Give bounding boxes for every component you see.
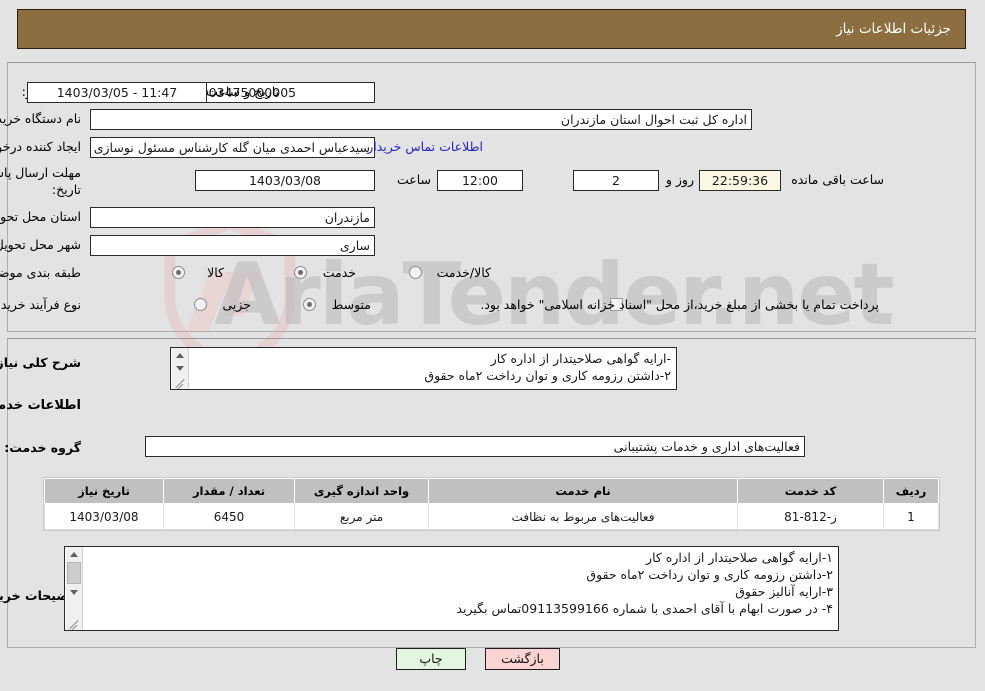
treasury-docs-text: پرداخت تمام یا بخشی از مبلغ خرید،از محل …: [481, 297, 880, 313]
creator-label: ایجاد کننده درخواست:: [0, 139, 82, 155]
remaining-days-label: روز و: [667, 172, 695, 188]
process-label: نوع فرآیند خرید :: [0, 297, 82, 313]
col-radif: ردیف: [885, 479, 940, 504]
col-code: کد خدمت: [739, 479, 885, 504]
service-group-value[interactable]: فعالیت‌های اداری و خدمات پشتیبانی: [146, 436, 806, 457]
category-radio-khedmat[interactable]: [295, 266, 308, 279]
col-name: نام خدمت: [430, 479, 739, 504]
need-description-textarea[interactable]: -ارایه گواهی صلاحیتدار از اداره کار ۲-دا…: [171, 347, 678, 390]
buyer-notes-value: ۱-ارایه گواهی صلاحیتدار از اداره کار ۲-د…: [88, 549, 834, 617]
print-button[interactable]: چاپ: [397, 648, 467, 670]
deadline-hour-label: ساعت: [398, 172, 432, 188]
process-radio-jozei[interactable]: [195, 298, 208, 311]
city-label: شهر محل تحویل:: [0, 237, 82, 253]
category-radio-kala[interactable]: [173, 266, 186, 279]
need-description-scrollbar[interactable]: [172, 348, 190, 389]
buyer-contact-link[interactable]: اطلاعات تماس خریدار: [368, 139, 484, 154]
deadline-date-value[interactable]: 1403/03/08: [196, 170, 376, 191]
need-description-label: شرح کلی نیاز:: [0, 355, 82, 371]
cell-unit: متر مربع: [296, 504, 430, 530]
scroll-up-arrow-icon[interactable]: [173, 348, 189, 362]
city-value[interactable]: ساری: [91, 235, 376, 256]
category-option-label-0: کالا: [208, 265, 225, 281]
province-label: استان محل تحویل:: [0, 209, 82, 225]
cell-date: 1403/03/08: [46, 504, 165, 530]
services-heading: اطلاعات خدمات مورد نیاز: [0, 398, 82, 414]
need-description-value: -ارایه گواهی صلاحیتدار از اداره کار ۲-دا…: [194, 350, 672, 384]
public-announce-value[interactable]: 1403/03/05 - 11:47: [28, 82, 208, 103]
back-button[interactable]: بازگشت: [486, 648, 561, 670]
cell-quantity: 6450: [165, 504, 296, 530]
scrollbar-thumb[interactable]: [68, 562, 82, 584]
category-label: طبقه بندی موضوعی:: [0, 265, 82, 281]
resize-grip-icon[interactable]: [69, 617, 81, 629]
col-qty: تعداد / مقدار: [165, 479, 296, 504]
buyer-notes-scrollbar[interactable]: [66, 547, 84, 630]
process-option-label-0: جزیی: [223, 297, 252, 313]
scroll-down-arrow-icon[interactable]: [67, 585, 83, 599]
service-group-label: گروه خدمت:: [5, 440, 82, 456]
table-row[interactable]: 1 ز-812-81 فعالیت‌های مربوط به نظافت متر…: [46, 504, 940, 530]
deadline-label-line1: مهلت ارسال پاسخ: تا: [0, 165, 82, 181]
cell-name: فعالیت‌های مربوط به نظافت: [430, 504, 739, 530]
buyer-org-label: نام دستگاه خریدار:: [0, 111, 82, 127]
category-radio-kala-khedmat[interactable]: [410, 266, 423, 279]
col-date: تاریخ نیاز: [46, 479, 165, 504]
remaining-days-value[interactable]: 2: [574, 170, 660, 191]
creator-value[interactable]: سیدعباس احمدی میان گله کارشناس مسئول نوس…: [91, 137, 376, 158]
province-value[interactable]: مازندران: [91, 207, 376, 228]
category-option-label-2: کالا/خدمت: [438, 265, 492, 281]
scroll-down-arrow-icon[interactable]: [173, 361, 189, 375]
table-header-row: ردیف کد خدمت نام خدمت واحد اندازه گیری ت…: [46, 479, 940, 504]
deadline-hour-value[interactable]: 12:00: [438, 170, 524, 191]
deadline-label-line2: تاریخ:: [53, 182, 82, 198]
col-unit: واحد اندازه گیری: [296, 479, 430, 504]
scroll-up-arrow-icon[interactable]: [67, 547, 83, 561]
process-option-label-1: متوسط: [333, 297, 372, 313]
buyer-org-value[interactable]: اداره کل ثبت احوال استان مازندران: [91, 109, 753, 130]
form-layer: شماره نیاز: 1103003475000005 تاریخ و ساع…: [0, 0, 985, 691]
buyer-notes-textarea[interactable]: ۱-ارایه گواهی صلاحیتدار از اداره کار ۲-د…: [65, 546, 840, 631]
category-option-label-1: خدمت: [324, 265, 357, 281]
cell-radif: 1: [885, 504, 940, 530]
remaining-time-value: 22:59:36: [700, 170, 782, 191]
resize-grip-icon[interactable]: [175, 376, 187, 388]
remaining-time-suffix: ساعت باقی مانده: [792, 172, 885, 188]
services-table: ردیف کد خدمت نام خدمت واحد اندازه گیری ت…: [45, 478, 940, 530]
cell-code: ز-812-81: [739, 504, 885, 530]
process-radio-motevaset[interactable]: [304, 298, 317, 311]
